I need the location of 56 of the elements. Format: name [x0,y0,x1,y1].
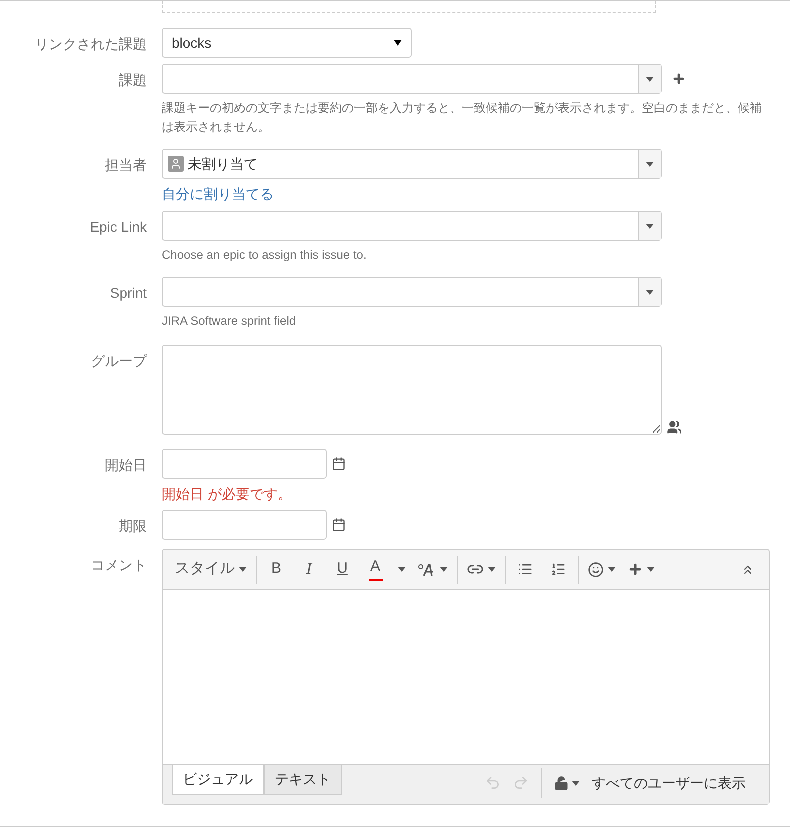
caret-icon [572,780,580,786]
underline-button[interactable]: U [326,556,359,582]
caret-icon [394,40,402,46]
caret-icon [608,567,616,572]
text-color-button[interactable]: A [359,556,392,582]
field-label: Sprint [110,285,147,301]
caret-icon [239,567,247,572]
avatar-icon [168,156,184,172]
field-label: コメント [91,557,147,573]
visibility-dropdown[interactable] [554,776,580,790]
editor-tab[interactable]: テキスト [264,765,342,795]
date-field[interactable] [162,510,327,540]
caret-icon [647,567,655,572]
link-type-select[interactable]: blocks [162,28,412,58]
clear-format-icon [418,562,436,576]
plus-icon [628,562,643,577]
help-text: Choose an epic to assign this issue to. [162,247,368,264]
assignee-value: 未割り当て [188,154,258,174]
field-label: グループ [91,353,147,369]
help-text: JIRA Software sprint field [162,313,298,330]
caret-icon [488,567,496,572]
group-field[interactable] [162,345,662,435]
smiley-icon [588,562,604,578]
calendar-icon[interactable] [332,518,346,532]
field-label: Epic Link [90,219,147,235]
field-label: 期限 [119,518,147,534]
editor-tab[interactable]: ビジュアル [172,765,264,795]
calendar-icon[interactable] [332,457,346,471]
caret-icon [646,76,654,82]
caret-icon [398,567,406,572]
caret-icon [646,224,654,228]
unlock-icon [554,776,569,790]
field-label: 開始日 [105,457,147,473]
caret-icon [440,567,448,572]
combo-field[interactable]: 未割り当て [162,149,662,179]
caret-icon [646,290,654,294]
numbered-list-icon [551,562,566,577]
field-label: リンクされた課題 [35,36,147,52]
combo-field[interactable] [162,277,662,307]
error-text: 開始日 が必要です。 [162,485,293,504]
field-label: 課題 [119,72,147,88]
bullet-list-icon [518,562,533,577]
add-icon[interactable] [672,72,686,86]
users-icon[interactable] [667,420,682,435]
visibility-text: すべてのユーザーに表示 [592,774,746,792]
comment-input[interactable] [163,590,769,764]
bold-button[interactable]: B [260,556,293,582]
assign-to-me-link[interactable]: 自分に割り当てる [162,184,274,205]
combo-field[interactable] [162,211,662,241]
help-text: 課題キーの初めの文字または要約の一部を入力すると、一致候補の一覧が表示されます。空白のままだと、候補は表示されません。 [162,100,763,136]
field-label: 担当者 [105,157,147,173]
combo-field[interactable] [162,64,662,94]
date-field[interactable] [162,449,327,479]
italic-button[interactable]: I [293,556,326,582]
style-dropdown[interactable]: スタイル [169,556,253,582]
caret-icon [646,162,654,166]
